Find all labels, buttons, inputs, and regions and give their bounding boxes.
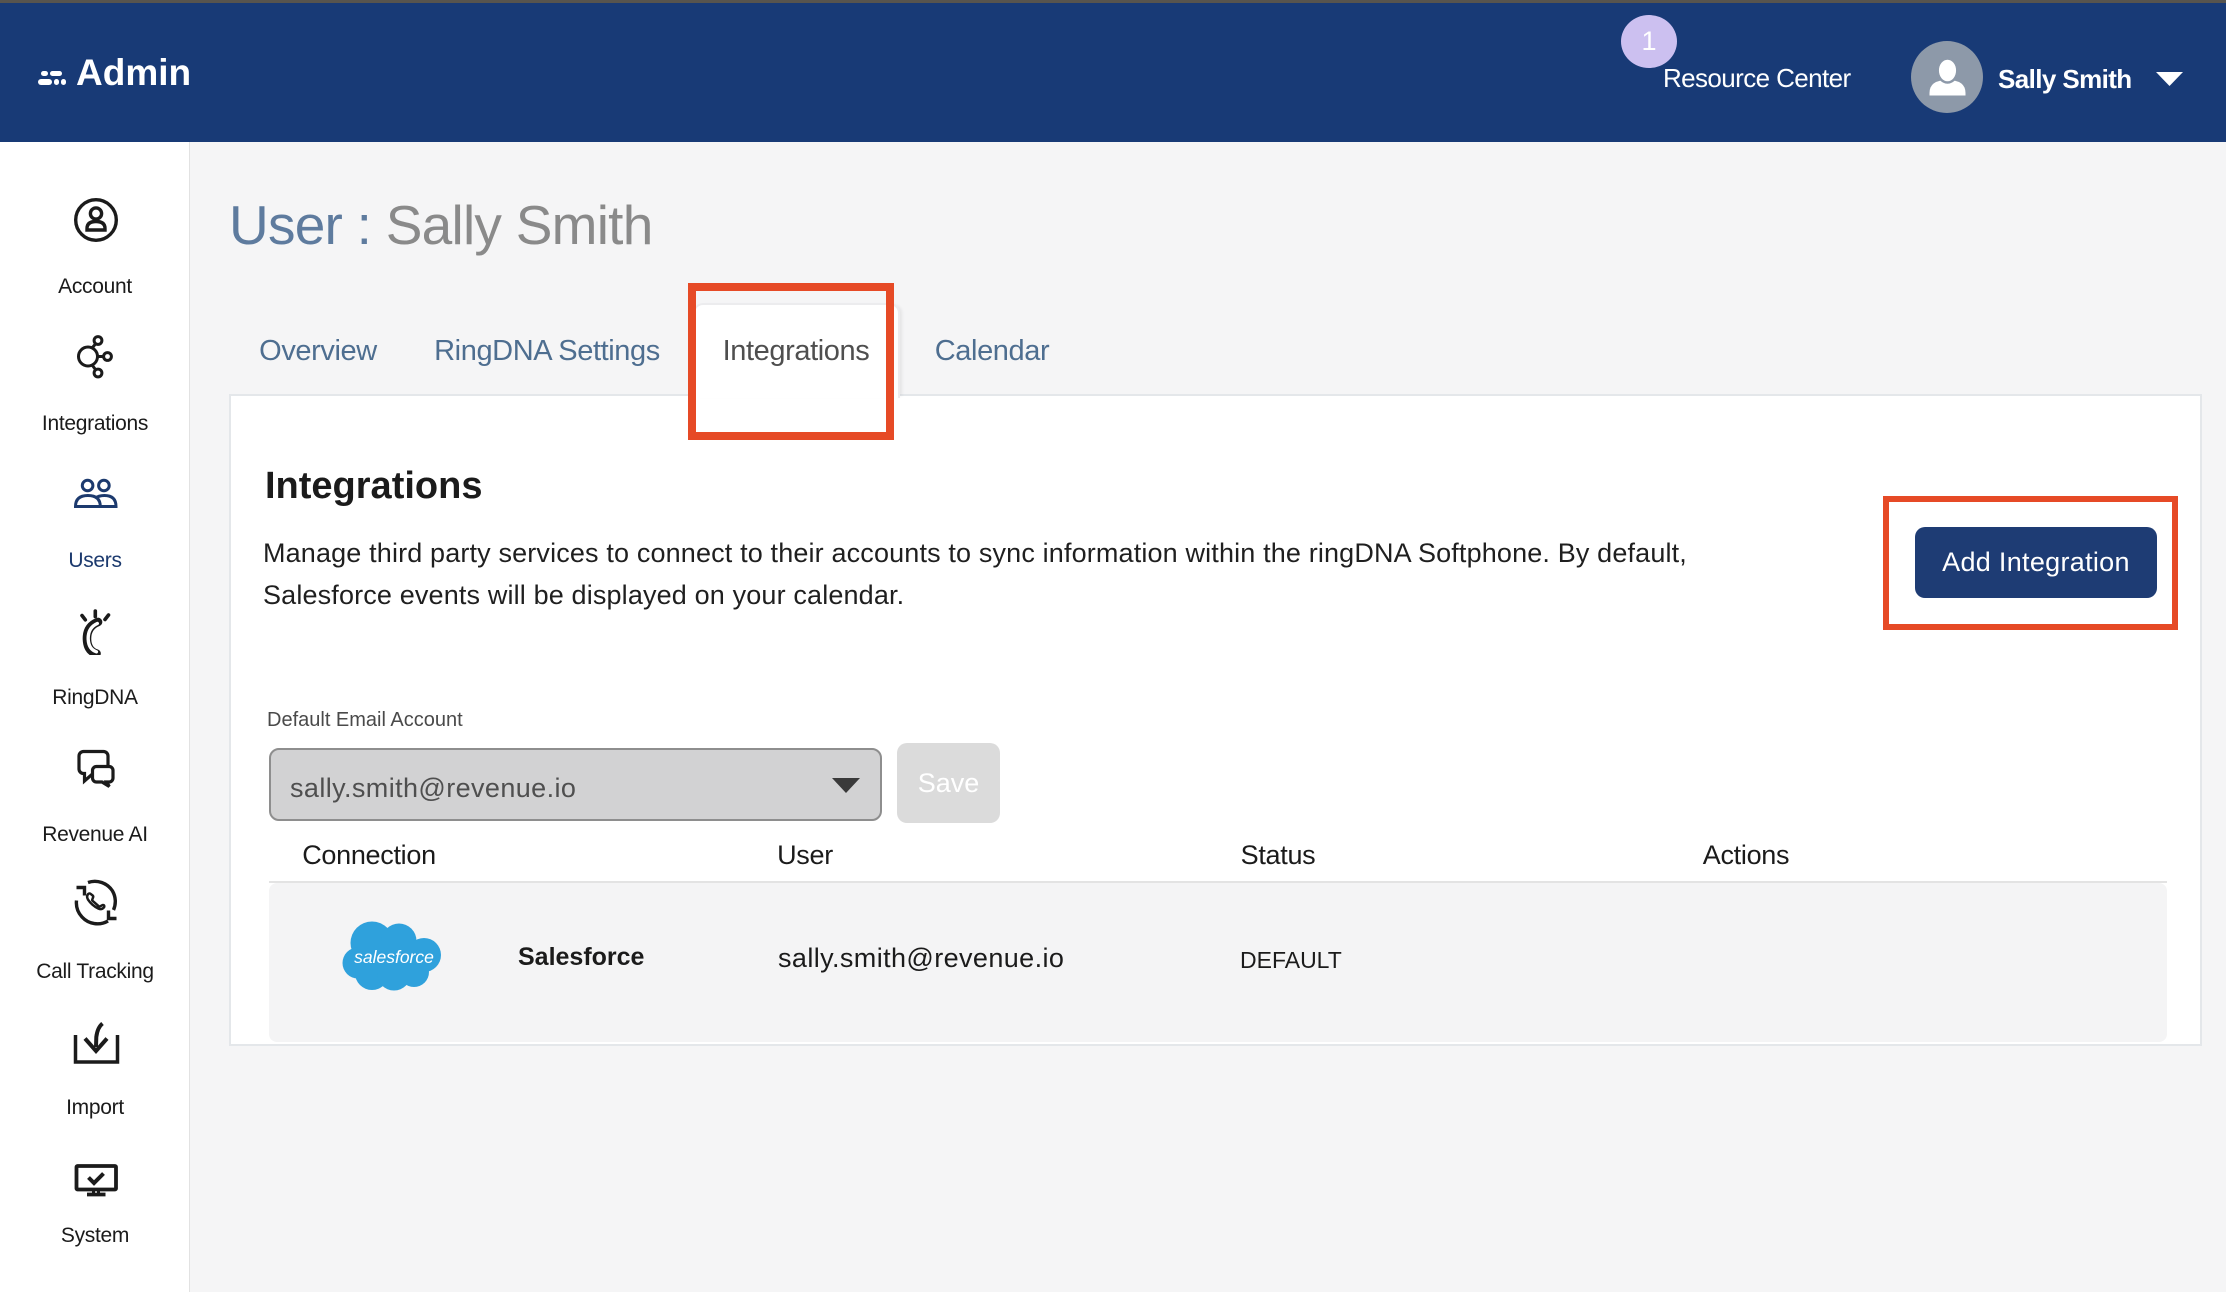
svg-text:salesforce: salesforce <box>354 947 434 967</box>
